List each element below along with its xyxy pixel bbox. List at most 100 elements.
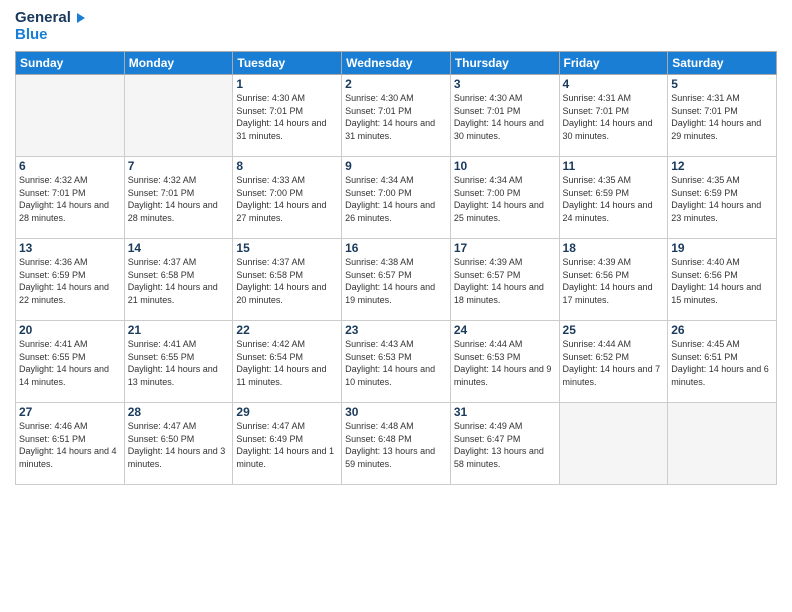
day-info: Sunrise: 4:44 AMSunset: 6:52 PMDaylight:… bbox=[563, 338, 665, 388]
weekday-header: Sunday bbox=[16, 52, 125, 75]
day-info: Sunrise: 4:34 AMSunset: 7:00 PMDaylight:… bbox=[345, 174, 447, 224]
calendar-cell bbox=[668, 403, 777, 485]
day-info: Sunrise: 4:30 AMSunset: 7:01 PMDaylight:… bbox=[345, 92, 447, 142]
day-number: 11 bbox=[563, 159, 665, 173]
day-number: 14 bbox=[128, 241, 230, 255]
calendar-cell: 28Sunrise: 4:47 AMSunset: 6:50 PMDayligh… bbox=[124, 403, 233, 485]
day-number: 23 bbox=[345, 323, 447, 337]
calendar-cell: 2Sunrise: 4:30 AMSunset: 7:01 PMDaylight… bbox=[342, 75, 451, 157]
calendar-cell: 11Sunrise: 4:35 AMSunset: 6:59 PMDayligh… bbox=[559, 157, 668, 239]
day-info: Sunrise: 4:32 AMSunset: 7:01 PMDaylight:… bbox=[19, 174, 121, 224]
calendar-cell: 17Sunrise: 4:39 AMSunset: 6:57 PMDayligh… bbox=[450, 239, 559, 321]
day-number: 6 bbox=[19, 159, 121, 173]
weekday-header: Friday bbox=[559, 52, 668, 75]
logo-text: General Blue bbox=[15, 10, 85, 43]
calendar-cell: 5Sunrise: 4:31 AMSunset: 7:01 PMDaylight… bbox=[668, 75, 777, 157]
weekday-header: Tuesday bbox=[233, 52, 342, 75]
weekday-header-row: SundayMondayTuesdayWednesdayThursdayFrid… bbox=[16, 52, 777, 75]
calendar-cell: 29Sunrise: 4:47 AMSunset: 6:49 PMDayligh… bbox=[233, 403, 342, 485]
calendar-cell: 27Sunrise: 4:46 AMSunset: 6:51 PMDayligh… bbox=[16, 403, 125, 485]
day-info: Sunrise: 4:30 AMSunset: 7:01 PMDaylight:… bbox=[454, 92, 556, 142]
day-number: 7 bbox=[128, 159, 230, 173]
day-number: 2 bbox=[345, 77, 447, 91]
day-number: 10 bbox=[454, 159, 556, 173]
calendar-cell: 1Sunrise: 4:30 AMSunset: 7:01 PMDaylight… bbox=[233, 75, 342, 157]
day-info: Sunrise: 4:39 AMSunset: 6:56 PMDaylight:… bbox=[563, 256, 665, 306]
day-info: Sunrise: 4:31 AMSunset: 7:01 PMDaylight:… bbox=[563, 92, 665, 142]
day-info: Sunrise: 4:40 AMSunset: 6:56 PMDaylight:… bbox=[671, 256, 773, 306]
calendar-cell: 24Sunrise: 4:44 AMSunset: 6:53 PMDayligh… bbox=[450, 321, 559, 403]
calendar-cell: 10Sunrise: 4:34 AMSunset: 7:00 PMDayligh… bbox=[450, 157, 559, 239]
day-number: 8 bbox=[236, 159, 338, 173]
calendar-cell: 13Sunrise: 4:36 AMSunset: 6:59 PMDayligh… bbox=[16, 239, 125, 321]
day-info: Sunrise: 4:35 AMSunset: 6:59 PMDaylight:… bbox=[671, 174, 773, 224]
day-info: Sunrise: 4:41 AMSunset: 6:55 PMDaylight:… bbox=[19, 338, 121, 388]
day-number: 21 bbox=[128, 323, 230, 337]
day-number: 28 bbox=[128, 405, 230, 419]
day-info: Sunrise: 4:37 AMSunset: 6:58 PMDaylight:… bbox=[128, 256, 230, 306]
weekday-header: Monday bbox=[124, 52, 233, 75]
day-number: 5 bbox=[671, 77, 773, 91]
calendar-cell: 12Sunrise: 4:35 AMSunset: 6:59 PMDayligh… bbox=[668, 157, 777, 239]
day-number: 25 bbox=[563, 323, 665, 337]
day-number: 26 bbox=[671, 323, 773, 337]
calendar-cell: 4Sunrise: 4:31 AMSunset: 7:01 PMDaylight… bbox=[559, 75, 668, 157]
calendar-cell bbox=[16, 75, 125, 157]
day-number: 19 bbox=[671, 241, 773, 255]
day-info: Sunrise: 4:47 AMSunset: 6:50 PMDaylight:… bbox=[128, 420, 230, 470]
calendar-week-row: 20Sunrise: 4:41 AMSunset: 6:55 PMDayligh… bbox=[16, 321, 777, 403]
calendar-cell: 19Sunrise: 4:40 AMSunset: 6:56 PMDayligh… bbox=[668, 239, 777, 321]
day-number: 24 bbox=[454, 323, 556, 337]
calendar-cell: 21Sunrise: 4:41 AMSunset: 6:55 PMDayligh… bbox=[124, 321, 233, 403]
calendar-cell: 18Sunrise: 4:39 AMSunset: 6:56 PMDayligh… bbox=[559, 239, 668, 321]
day-number: 13 bbox=[19, 241, 121, 255]
calendar-cell: 9Sunrise: 4:34 AMSunset: 7:00 PMDaylight… bbox=[342, 157, 451, 239]
calendar-cell bbox=[559, 403, 668, 485]
day-number: 17 bbox=[454, 241, 556, 255]
calendar-cell: 15Sunrise: 4:37 AMSunset: 6:58 PMDayligh… bbox=[233, 239, 342, 321]
calendar-cell: 7Sunrise: 4:32 AMSunset: 7:01 PMDaylight… bbox=[124, 157, 233, 239]
day-info: Sunrise: 4:32 AMSunset: 7:01 PMDaylight:… bbox=[128, 174, 230, 224]
weekday-header: Wednesday bbox=[342, 52, 451, 75]
calendar-week-row: 13Sunrise: 4:36 AMSunset: 6:59 PMDayligh… bbox=[16, 239, 777, 321]
day-number: 16 bbox=[345, 241, 447, 255]
calendar-page: General Blue SundayMondayTuesdayWednesda… bbox=[0, 0, 792, 612]
calendar-table: SundayMondayTuesdayWednesdayThursdayFrid… bbox=[15, 51, 777, 485]
day-number: 31 bbox=[454, 405, 556, 419]
calendar-week-row: 1Sunrise: 4:30 AMSunset: 7:01 PMDaylight… bbox=[16, 75, 777, 157]
day-number: 3 bbox=[454, 77, 556, 91]
day-number: 20 bbox=[19, 323, 121, 337]
day-info: Sunrise: 4:43 AMSunset: 6:53 PMDaylight:… bbox=[345, 338, 447, 388]
calendar-cell: 25Sunrise: 4:44 AMSunset: 6:52 PMDayligh… bbox=[559, 321, 668, 403]
day-info: Sunrise: 4:37 AMSunset: 6:58 PMDaylight:… bbox=[236, 256, 338, 306]
calendar-cell: 6Sunrise: 4:32 AMSunset: 7:01 PMDaylight… bbox=[16, 157, 125, 239]
day-number: 27 bbox=[19, 405, 121, 419]
day-number: 18 bbox=[563, 241, 665, 255]
logo: General Blue bbox=[15, 10, 85, 43]
day-number: 22 bbox=[236, 323, 338, 337]
calendar-cell: 20Sunrise: 4:41 AMSunset: 6:55 PMDayligh… bbox=[16, 321, 125, 403]
day-info: Sunrise: 4:36 AMSunset: 6:59 PMDaylight:… bbox=[19, 256, 121, 306]
calendar-cell: 16Sunrise: 4:38 AMSunset: 6:57 PMDayligh… bbox=[342, 239, 451, 321]
day-info: Sunrise: 4:34 AMSunset: 7:00 PMDaylight:… bbox=[454, 174, 556, 224]
day-info: Sunrise: 4:45 AMSunset: 6:51 PMDaylight:… bbox=[671, 338, 773, 388]
calendar-cell bbox=[124, 75, 233, 157]
day-number: 4 bbox=[563, 77, 665, 91]
day-info: Sunrise: 4:39 AMSunset: 6:57 PMDaylight:… bbox=[454, 256, 556, 306]
day-number: 1 bbox=[236, 77, 338, 91]
day-number: 12 bbox=[671, 159, 773, 173]
calendar-cell: 14Sunrise: 4:37 AMSunset: 6:58 PMDayligh… bbox=[124, 239, 233, 321]
day-info: Sunrise: 4:30 AMSunset: 7:01 PMDaylight:… bbox=[236, 92, 338, 142]
day-number: 15 bbox=[236, 241, 338, 255]
calendar-week-row: 27Sunrise: 4:46 AMSunset: 6:51 PMDayligh… bbox=[16, 403, 777, 485]
calendar-cell: 22Sunrise: 4:42 AMSunset: 6:54 PMDayligh… bbox=[233, 321, 342, 403]
calendar-week-row: 6Sunrise: 4:32 AMSunset: 7:01 PMDaylight… bbox=[16, 157, 777, 239]
day-info: Sunrise: 4:41 AMSunset: 6:55 PMDaylight:… bbox=[128, 338, 230, 388]
day-info: Sunrise: 4:33 AMSunset: 7:00 PMDaylight:… bbox=[236, 174, 338, 224]
day-number: 9 bbox=[345, 159, 447, 173]
day-number: 30 bbox=[345, 405, 447, 419]
day-info: Sunrise: 4:38 AMSunset: 6:57 PMDaylight:… bbox=[345, 256, 447, 306]
day-info: Sunrise: 4:49 AMSunset: 6:47 PMDaylight:… bbox=[454, 420, 556, 470]
weekday-header: Saturday bbox=[668, 52, 777, 75]
calendar-cell: 26Sunrise: 4:45 AMSunset: 6:51 PMDayligh… bbox=[668, 321, 777, 403]
